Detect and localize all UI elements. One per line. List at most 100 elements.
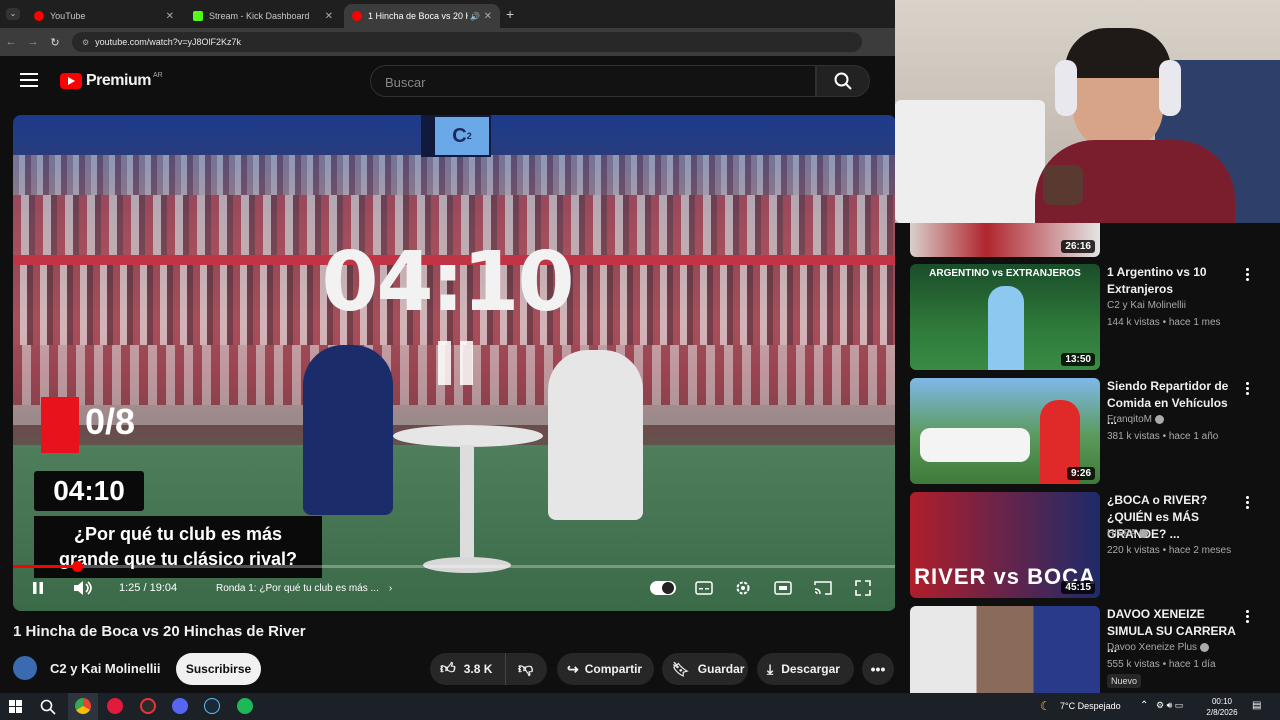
recommendation-item[interactable]: ARGENTINO vs EXTRANJEROS 13:50 1 Argenti… — [910, 264, 1265, 372]
video-thumbnail[interactable]: ARGENTINO vs EXTRANJEROS 13:50 — [910, 264, 1100, 370]
cast-button[interactable] — [814, 574, 832, 602]
headphones-figure — [1159, 60, 1181, 116]
taskbar-clock[interactable]: 00:10 2/8/2026 — [1200, 696, 1244, 718]
stand-banner — [13, 405, 896, 425]
weather-text[interactable]: 7°C Despejado — [1060, 701, 1121, 711]
url-field[interactable]: ⚙ youtube.com/watch?v=yJ8OlF2Kz7k — [72, 32, 862, 52]
chevron-up-icon[interactable]: ⌃ — [1140, 700, 1148, 711]
menu-icon[interactable] — [20, 73, 38, 87]
tab-list-button[interactable]: ⌄ — [6, 8, 20, 20]
recommendation-channel[interactable]: C2 y Kai Molinellii — [1107, 300, 1186, 311]
headphones-figure — [1055, 60, 1077, 116]
settings-button[interactable] — [735, 574, 751, 602]
webcam-bed — [895, 100, 1045, 223]
more-vertical-icon[interactable] — [1246, 268, 1250, 283]
tab-label: YouTube — [50, 11, 86, 21]
windows-start-icon[interactable] — [9, 700, 22, 713]
theater-mode-button[interactable] — [774, 574, 792, 602]
progress-played — [13, 565, 77, 568]
river-fan-figure — [548, 350, 643, 520]
channel-name[interactable]: C2 y Kai Molinellii — [50, 661, 161, 676]
spotify-icon[interactable] — [237, 698, 253, 714]
youtube-header: Premium AR Buscar — [0, 56, 895, 108]
recommendation-item[interactable]: 9:26 Siendo Repartidor de Comida en Vehí… — [910, 378, 1265, 486]
video-thumbnail[interactable]: RIVER vs BOCA 45:15 — [910, 492, 1100, 598]
volume-button[interactable] — [73, 574, 93, 602]
save-label: Guardar — [697, 662, 745, 676]
download-button[interactable]: ⤓ Descargar — [757, 653, 854, 685]
chrome-icon[interactable] — [75, 698, 91, 714]
overlay-small-timer: 04:10 — [34, 471, 144, 511]
recommendation-item[interactable]: RIVER vs BOCA 45:15 ¿BOCA o RIVER? ¿QUIÉ… — [910, 492, 1265, 600]
search-input[interactable]: Buscar — [370, 65, 816, 97]
autoplay-toggle[interactable] — [650, 574, 676, 602]
tab-label: Stream - Kick Dashboard — [209, 11, 310, 21]
thumbnail-limo — [920, 428, 1030, 462]
close-icon[interactable]: ✕ — [484, 11, 492, 22]
video-thumbnail[interactable] — [910, 606, 1100, 693]
site-info-icon[interactable]: ⚙ — [82, 38, 89, 47]
volume-icon — [74, 581, 92, 595]
recommendation-meta: 555 k vistas • hace 1 día — [1107, 659, 1216, 670]
notifications-icon[interactable]: ▤ — [1252, 700, 1261, 711]
subscribe-button[interactable]: Suscribirse — [176, 653, 261, 685]
tab-current-video[interactable]: 1 Hincha de Boca vs 20 Hin 🔊 ✕ — [344, 4, 500, 28]
recommendation-meta: 381 k vistas • hace 1 año — [1107, 431, 1219, 442]
obs-icon[interactable] — [140, 698, 156, 714]
more-vertical-icon[interactable] — [1246, 382, 1250, 397]
subtitles-button[interactable] — [695, 574, 713, 602]
download-label: Descargar — [781, 662, 840, 676]
progress-bar[interactable] — [13, 565, 896, 568]
steam-icon[interactable] — [204, 698, 220, 714]
more-vertical-icon[interactable] — [1246, 610, 1250, 625]
back-icon[interactable]: ← — [0, 36, 22, 48]
recommendation-channel[interactable]: Davoo Xeneize Plus — [1107, 642, 1210, 653]
pause-icon — [33, 582, 43, 594]
video-thumbnail[interactable]: 9:26 — [910, 378, 1100, 484]
speaker-icon[interactable]: 🔊 — [470, 12, 480, 21]
like-dislike-group: 👍︎ 3.8 K 👎︎ — [430, 653, 547, 685]
chapter-button[interactable]: Ronda 1: ¿Por qué tu club es más ... › — [216, 574, 392, 602]
thumbnail-figure — [988, 286, 1024, 370]
search-button[interactable] — [816, 65, 870, 97]
weather-moon-icon: ☾ — [1040, 699, 1051, 713]
recommendation-title[interactable]: 1 Argentino vs 10 Extranjeros — [1107, 264, 1237, 298]
discord-icon[interactable] — [172, 698, 188, 714]
thumbs-down-icon: 👎︎ — [518, 660, 534, 677]
tab-kick-dashboard[interactable]: Stream - Kick Dashboard ✕ — [185, 4, 341, 28]
search-icon[interactable] — [40, 699, 56, 715]
cast-icon — [814, 581, 832, 595]
video-thumbnail[interactable]: 26:16 — [910, 223, 1100, 257]
save-button[interactable]: 🔖︎ Guardar — [662, 653, 748, 685]
youtube-premium-logo[interactable]: Premium AR — [60, 72, 163, 90]
new-tab-button[interactable]: + — [506, 6, 514, 22]
tab-youtube[interactable]: YouTube ✕ — [26, 4, 182, 28]
close-icon[interactable]: ✕ — [166, 11, 174, 22]
close-icon[interactable]: ✕ — [325, 11, 333, 22]
gear-icon — [736, 581, 750, 595]
share-button[interactable]: ↪ Compartir — [557, 653, 654, 685]
tray-icons[interactable]: ⚙ 🔊︎ ▭ — [1156, 700, 1183, 711]
duration-badge: 9:26 — [1066, 467, 1095, 480]
more-vertical-icon[interactable] — [1246, 496, 1250, 511]
theater-icon — [774, 581, 792, 595]
pause-button[interactable] — [31, 574, 45, 602]
like-button[interactable]: 👍︎ 3.8 K — [430, 653, 506, 685]
mate-cup — [1043, 165, 1083, 205]
dislike-button[interactable]: 👎︎ — [506, 660, 533, 678]
more-actions-button[interactable]: ••• — [862, 653, 894, 685]
recommendation-meta: 144 k vistas • hace 1 mes — [1107, 317, 1221, 328]
recommendation-item[interactable]: DAVOO XENEIZE SIMULA SU CARRERA ... Davo… — [910, 606, 1265, 693]
recommendation-channel[interactable]: HISPA — [1107, 528, 1149, 539]
scrubber-handle[interactable] — [72, 561, 83, 572]
video-player[interactable]: C2 04:10 0/8 04:10 ¿Por qué tu club es m… — [13, 115, 896, 611]
duration-badge: 13:50 — [1061, 353, 1095, 366]
channel-avatar[interactable] — [13, 656, 37, 680]
forward-icon[interactable]: → — [22, 36, 44, 48]
media-player-icon[interactable] — [107, 698, 123, 714]
recommendation-item[interactable]: 26:16 — [910, 223, 1265, 257]
thumbs-up-icon: 👍︎ — [440, 660, 456, 677]
fullscreen-button[interactable] — [855, 574, 871, 602]
reload-icon[interactable]: ↻ — [44, 36, 66, 49]
recommendation-channel[interactable]: FranqitoM — [1107, 414, 1165, 425]
